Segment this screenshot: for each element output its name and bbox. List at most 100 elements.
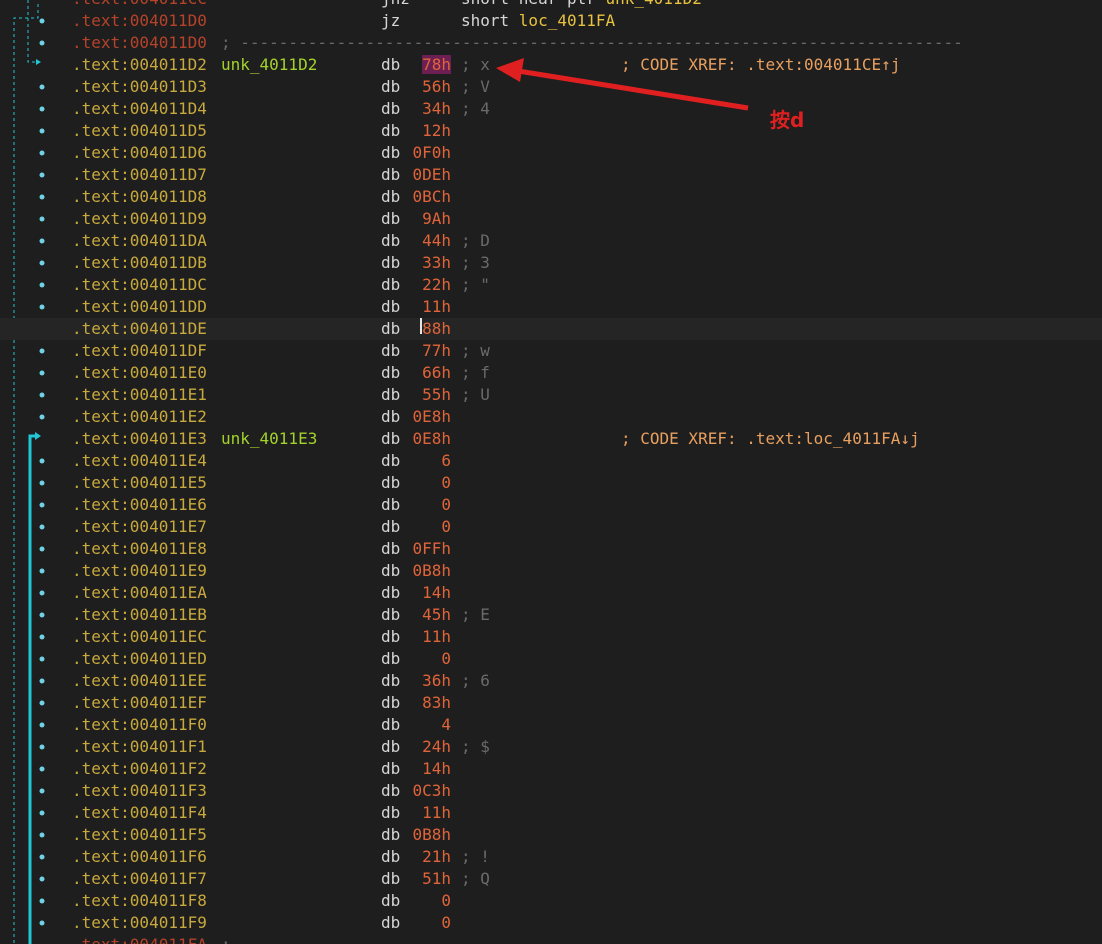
address[interactable]: .text:004011D4 [72,98,207,120]
address[interactable]: .text:004011F7 [72,868,207,890]
address[interactable]: .text:004011D9 [72,208,207,230]
listing-line[interactable]: .text:004011D0 ; ------------------------… [0,32,1102,54]
listing-line[interactable]: .text:004011F9 db 0 [0,912,1102,934]
address[interactable]: .text:004011EF [72,692,207,714]
listing-line[interactable]: .text:004011D8 db 0BCh [0,186,1102,208]
byte-value[interactable]: 83h [381,692,451,714]
listing-line[interactable]: .text:004011D5 db 12h [0,120,1102,142]
address[interactable]: .text:004011D5 [72,120,207,142]
listing-line[interactable]: .text:004011FA ; --- [0,934,1102,944]
listing-line[interactable]: .text:004011F4 db 11h [0,802,1102,824]
address[interactable]: .text:004011E9 [72,560,207,582]
address[interactable]: .text:004011DA [72,230,207,252]
address[interactable]: .text:004011D7 [72,164,207,186]
listing-line[interactable]: .text:004011E9 db 0B8h [0,560,1102,582]
address[interactable]: .text:004011F1 [72,736,207,758]
address[interactable]: .text:004011EA [72,582,207,604]
xref-comment[interactable]: ; CODE XREF: .text:loc_4011FA↓j [621,428,920,450]
byte-value[interactable]: 0 [381,912,451,934]
address[interactable]: .text:004011F0 [72,714,207,736]
address[interactable]: .text:004011E6 [72,494,207,516]
byte-value[interactable]: 0BCh [381,186,451,208]
byte-value[interactable]: 77h [381,340,451,362]
listing-line[interactable]: .text:004011D4 db 34h; 4 [0,98,1102,120]
address[interactable]: .text:004011D8 [72,186,207,208]
address[interactable]: .text:004011D0 [72,10,207,32]
listing-line[interactable]: .text:004011E4 db 6 [0,450,1102,472]
mnemonic[interactable]: jnz [381,0,410,10]
byte-value[interactable]: 51h [381,868,451,890]
disassembly-view[interactable]: .text:004011CC jnz short near ptr unk_4011… [0,0,1102,944]
listing-line[interactable]: .text:004011D0 jz short loc_4011FA [0,10,1102,32]
byte-value[interactable]: 0C3h [381,780,451,802]
address[interactable]: .text:004011D0 [72,32,207,54]
address[interactable]: .text:004011E8 [72,538,207,560]
byte-value[interactable]: 4 [381,714,451,736]
listing-line[interactable]: .text:004011DC db 22h; " [0,274,1102,296]
byte-value[interactable]: 36h [381,670,451,692]
address[interactable]: .text:004011E2 [72,406,207,428]
address[interactable]: .text:004011EE [72,670,207,692]
byte-value[interactable]: 11h [381,802,451,824]
operand[interactable]: short loc_4011FA [461,10,615,32]
byte-value[interactable]: 14h [381,758,451,780]
listing-line[interactable]: .text:004011CC jnz short near ptr unk_4011… [0,0,1102,10]
byte-value[interactable]: 11h [381,626,451,648]
byte-value[interactable]: 0E8h [381,428,451,450]
byte-value[interactable]: 88h [381,318,451,340]
address[interactable]: .text:004011DC [72,274,207,296]
address[interactable]: .text:004011D3 [72,76,207,98]
xref-comment[interactable]: ; CODE XREF: .text:004011CE↑j [621,54,900,76]
address[interactable]: .text:004011DD [72,296,207,318]
address[interactable]: .text:004011D6 [72,142,207,164]
address[interactable]: .text:004011FA [72,934,207,944]
address[interactable]: .text:004011ED [72,648,207,670]
address[interactable]: .text:004011CC [72,0,207,10]
byte-value[interactable]: 0F0h [381,142,451,164]
byte-value[interactable]: 45h [381,604,451,626]
selected-byte-value[interactable]: 78h [422,55,451,74]
address[interactable]: .text:004011F4 [72,802,207,824]
listing-line[interactable]: .text:004011F8 db 0 [0,890,1102,912]
listing-line[interactable]: .text:004011EF db 83h [0,692,1102,714]
listing-line[interactable]: .text:004011F2 db 14h [0,758,1102,780]
listing-line[interactable]: .text:004011E8 db 0FFh [0,538,1102,560]
address[interactable]: .text:004011E0 [72,362,207,384]
address[interactable]: .text:004011F9 [72,912,207,934]
listing-line[interactable]: .text:004011EC db 11h [0,626,1102,648]
listing-line[interactable]: .text:004011E7 db 0 [0,516,1102,538]
byte-value[interactable]: 12h [381,120,451,142]
address[interactable]: .text:004011F6 [72,846,207,868]
mnemonic[interactable]: jz [381,10,400,32]
address[interactable]: .text:004011F8 [72,890,207,912]
address[interactable]: .text:004011E4 [72,450,207,472]
byte-value[interactable]: 0E8h [381,406,451,428]
listing-line[interactable]: .text:004011E0 db 66h; f [0,362,1102,384]
byte-value[interactable]: 55h [381,384,451,406]
byte-value[interactable]: 0 [381,648,451,670]
byte-value[interactable]: 22h [381,274,451,296]
listing-line[interactable]: .text:004011E3 unk_4011E3 db 0E8h; CODE XRE… [0,428,1102,450]
address[interactable]: .text:004011DE [72,318,207,340]
byte-value[interactable]: 21h [381,846,451,868]
byte-value[interactable]: 0 [381,890,451,912]
byte-value[interactable]: 0 [381,516,451,538]
byte-value[interactable]: 14h [381,582,451,604]
address[interactable]: .text:004011E7 [72,516,207,538]
listing-line[interactable]: .text:004011D3 db 56h; V [0,76,1102,98]
byte-value[interactable]: 0DEh [381,164,451,186]
address[interactable]: .text:004011EB [72,604,207,626]
byte-value[interactable]: 0 [381,472,451,494]
listing-line[interactable]: .text:004011F6 db 21h; ! [0,846,1102,868]
listing-line[interactable]: .text:004011F7 db 51h; Q [0,868,1102,890]
address[interactable]: .text:004011F5 [72,824,207,846]
listing-line[interactable]: .text:004011EB db 45h; E [0,604,1102,626]
byte-value[interactable]: 0B8h [381,560,451,582]
byte-value[interactable]: 9Ah [381,208,451,230]
code-label[interactable]: unk_4011D2 [221,54,317,76]
byte-value[interactable]: 11h [381,296,451,318]
listing-line[interactable]: .text:004011D6 db 0F0h [0,142,1102,164]
listing-line[interactable]: .text:004011DB db 33h; 3 [0,252,1102,274]
byte-value[interactable]: 33h [381,252,451,274]
address[interactable]: .text:004011F3 [72,780,207,802]
